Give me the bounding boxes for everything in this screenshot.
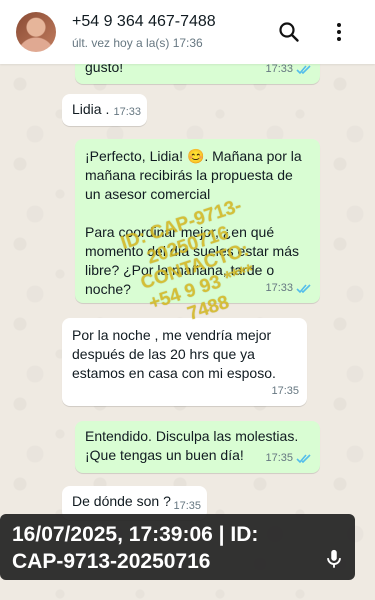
double-check-icon (296, 454, 311, 464)
message-bubble-outgoing[interactable]: Entendido. Disculpa las molestias. ¡Que … (75, 421, 320, 473)
search-icon[interactable] (277, 20, 301, 44)
message-time: 17:35 (265, 452, 293, 464)
message-text: ¡Perfecto, Lidia! 😊. Mañana por la mañan… (85, 148, 306, 202)
message-bubble-outgoing[interactable]: gusto! 17:33 (75, 64, 320, 84)
message-time: 17:33 (113, 106, 141, 118)
message-bubble-incoming[interactable]: Por la noche , me vendría mejor después … (62, 318, 307, 406)
capture-timestamp-line: 16/07/2025, 17:39:06 | ID: (12, 523, 259, 546)
chat-header: +54 9 364 467-7488 últ. vez hoy a la(s) … (0, 0, 375, 64)
message-time: 17:33 (265, 64, 293, 75)
message-time: 17:35 (271, 385, 299, 397)
mic-icon[interactable] (323, 548, 345, 570)
double-check-icon (296, 65, 311, 75)
message-bubble-outgoing[interactable]: ¡Perfecto, Lidia! 😊. Mañana por la mañan… (75, 139, 320, 303)
message-meta: 17:33 (265, 64, 312, 79)
message-meta: 17:35 (265, 449, 312, 468)
double-check-icon (296, 284, 311, 294)
message-text: Por la noche , me vendría mejor después … (72, 327, 276, 381)
contact-avatar[interactable] (16, 12, 56, 52)
message-meta: 17:35 (271, 382, 299, 401)
message-meta: 17:33 (265, 279, 312, 298)
capture-info-banner: 16/07/2025, 17:39:06 | ID: CAP-9713-2025… (0, 514, 355, 580)
contact-name[interactable]: +54 9 364 467-7488 (72, 13, 216, 31)
message-bubble-incoming[interactable]: Lidia . 17:33 (62, 94, 147, 126)
message-meta: 17:33 (113, 103, 141, 122)
more-vert-icon[interactable] (327, 20, 351, 44)
last-seen-status: últ. vez hoy a la(s) 17:36 (72, 36, 203, 50)
capture-id-line: CAP-9713-20250716 (12, 550, 211, 573)
message-time: 17:33 (265, 282, 293, 294)
